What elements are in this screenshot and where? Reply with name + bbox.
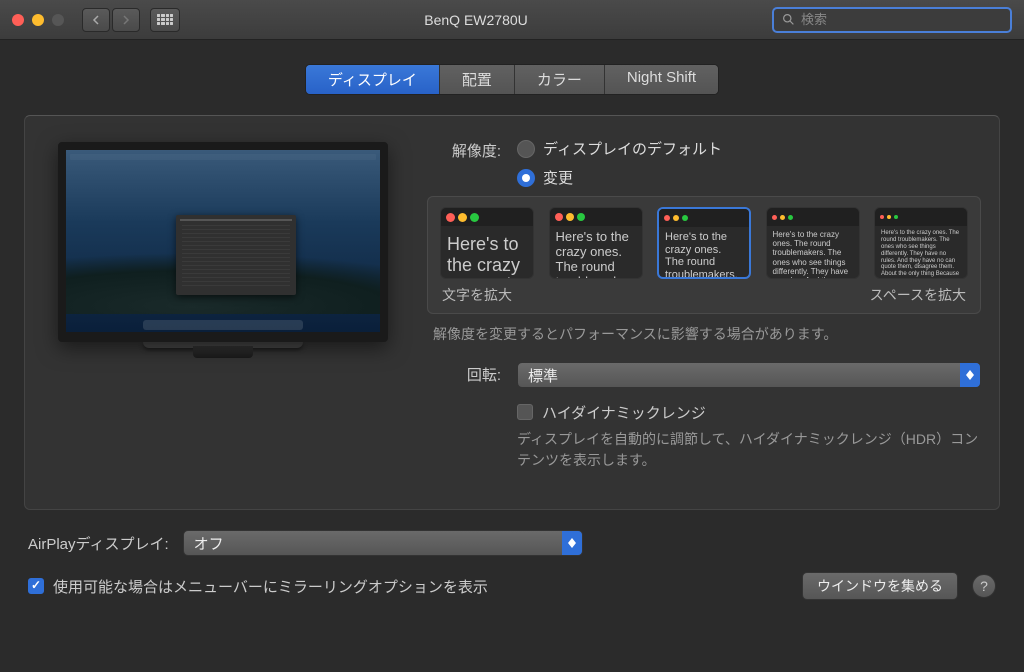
select-arrows-icon xyxy=(960,363,980,387)
window-title: BenQ EW2780U xyxy=(190,12,762,28)
hdr-description: ディスプレイを自動的に調節して、ハイダイナミックレンジ（HDR）コンテンツを表示… xyxy=(517,429,981,471)
scale-option-2[interactable]: Here's to the crazy ones. The round trou… xyxy=(549,207,643,279)
tab-bar: ディスプレイ 配置 カラー Night Shift xyxy=(305,64,719,95)
search-input[interactable] xyxy=(801,12,1002,27)
scale-preview-text: Here's to the crazy ones. The round trou… xyxy=(767,226,859,278)
traffic-lights xyxy=(12,14,64,26)
help-button[interactable]: ? xyxy=(972,574,996,598)
scale-preview-text: Here's to the crazy ones. The round trou… xyxy=(875,226,967,278)
scale-option-3[interactable]: Here's to the crazy ones. The round trou… xyxy=(657,207,751,279)
zoom-window-button[interactable] xyxy=(52,14,64,26)
search-field[interactable] xyxy=(772,7,1012,33)
airplay-value: オフ xyxy=(194,533,224,554)
rotation-select[interactable]: 標準 xyxy=(517,362,981,388)
hdr-label: ハイダイナミックレンジ xyxy=(542,402,706,423)
back-button[interactable] xyxy=(82,8,110,32)
scale-option-5[interactable]: Here's to the crazy ones. The round trou… xyxy=(874,207,968,279)
close-window-button[interactable] xyxy=(12,14,24,26)
resolution-scaled-radio[interactable]: 変更 xyxy=(517,167,981,188)
titlebar: BenQ EW2780U xyxy=(0,0,1024,40)
grid-icon xyxy=(157,14,173,26)
gather-windows-button[interactable]: ウインドウを集める xyxy=(802,572,958,600)
search-icon xyxy=(782,13,795,26)
scale-preview-text: Here's to the crazy ones. The round trou… xyxy=(441,226,533,278)
resolution-label: 解像度: xyxy=(427,138,517,161)
scale-option-1[interactable]: Here's to the crazy ones. The round trou… xyxy=(440,207,534,279)
hdr-checkbox[interactable]: ハイダイナミックレンジ xyxy=(517,402,981,423)
airplay-select[interactable]: オフ xyxy=(183,530,583,556)
checkbox-icon xyxy=(517,404,533,420)
resolution-scaled-label: 変更 xyxy=(543,167,573,188)
tab-color[interactable]: カラー xyxy=(515,65,605,94)
mirroring-checkbox[interactable]: 使用可能な場合はメニューバーにミラーリングオプションを表示 xyxy=(28,576,488,597)
chevron-left-icon xyxy=(91,15,101,25)
rotation-value: 標準 xyxy=(528,365,558,386)
radio-checked-icon xyxy=(517,169,535,187)
checkbox-checked-icon xyxy=(28,578,44,594)
resolution-default-radio[interactable]: ディスプレイのデフォルト xyxy=(517,138,981,159)
tab-night-shift[interactable]: Night Shift xyxy=(605,65,718,94)
nav-buttons xyxy=(82,8,140,32)
content-area: ディスプレイ 配置 カラー Night Shift xyxy=(0,40,1024,510)
forward-button[interactable] xyxy=(112,8,140,32)
more-space-label: スペースを拡大 xyxy=(870,285,966,305)
tab-display[interactable]: ディスプレイ xyxy=(306,65,440,94)
bottom-area: AirPlayディスプレイ: オフ 使用可能な場合はメニューバーにミラーリングオ… xyxy=(0,510,1024,614)
resolution-note: 解像度を変更するとパフォーマンスに影響する場合があります。 xyxy=(427,324,981,344)
tab-arrangement[interactable]: 配置 xyxy=(440,65,515,94)
mirroring-label: 使用可能な場合はメニューバーにミラーリングオプションを表示 xyxy=(53,576,488,597)
scaling-picker: Here's to the crazy ones. The round trou… xyxy=(427,196,981,314)
select-arrows-icon xyxy=(562,531,582,555)
airplay-label: AirPlayディスプレイ: xyxy=(28,533,169,554)
resolution-default-label: ディスプレイのデフォルト xyxy=(543,138,722,159)
settings-column: 解像度: ディスプレイのデフォルト 変更 Her xyxy=(427,138,981,481)
scale-preview-text: Here's to the crazy ones. The round trou… xyxy=(550,226,642,278)
minimize-window-button[interactable] xyxy=(32,14,44,26)
rotation-label: 回転: xyxy=(427,362,517,385)
scale-option-4[interactable]: Here's to the crazy ones. The round trou… xyxy=(766,207,860,279)
monitor-preview xyxy=(43,138,403,481)
chevron-right-icon xyxy=(121,15,131,25)
show-all-prefs-button[interactable] xyxy=(150,8,180,32)
scale-preview-text: Here's to the crazy ones. The round trou… xyxy=(659,227,749,277)
larger-text-label: 文字を拡大 xyxy=(442,285,512,305)
radio-icon xyxy=(517,140,535,158)
display-panel: 解像度: ディスプレイのデフォルト 変更 Her xyxy=(24,115,1000,510)
